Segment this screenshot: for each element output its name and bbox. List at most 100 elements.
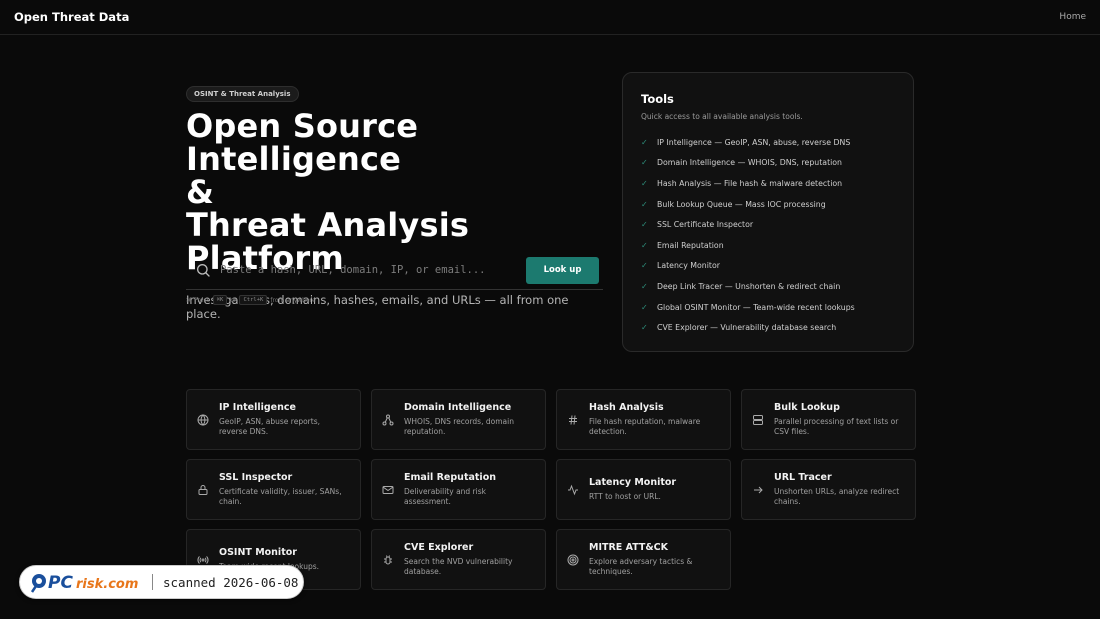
hint-or: or: [230, 296, 237, 304]
tools-item[interactable]: ✓ Latency Monitor: [641, 256, 895, 277]
tool-cards-grid: IP Intelligence GeoIP, ASN, abuse reports…: [186, 389, 916, 590]
bug-icon: [384, 554, 392, 564]
card-title: Email Reputation: [404, 471, 496, 483]
card-title: Domain Intelligence: [404, 401, 512, 413]
card-cve-explorer[interactable]: CVE Explorer Search the NVD vulnerability…: [371, 529, 546, 590]
svg-text:risk.com: risk.com: [76, 577, 138, 592]
nav-home-link[interactable]: Home: [1059, 12, 1086, 22]
tools-item[interactable]: ✓ IP Intelligence — GeoIP, ASN, abuse, re…: [641, 132, 895, 153]
pcrisk-logo: PC risk.com: [30, 571, 142, 593]
tools-title: Tools: [641, 92, 674, 106]
server-icon: [753, 414, 763, 425]
watermark-badge: PC risk.com scanned 2026-06-08: [19, 565, 304, 599]
card-title: SSL Inspector: [219, 471, 293, 483]
title-line-2: &: [186, 173, 215, 211]
tools-item-label: Deep Link Tracer — Unshorten & redirect …: [657, 281, 841, 291]
card-description: Deliverability and risk assessment.: [404, 486, 486, 507]
tools-panel: Tools Quick access to all available anal…: [622, 72, 914, 352]
check-icon: ✓: [641, 178, 648, 188]
look-up-button[interactable]: Look up: [526, 256, 599, 284]
check-icon: ✓: [641, 261, 648, 271]
card-description: Certificate validity, issuer, SANs, chai…: [219, 486, 342, 507]
card-title: CVE Explorer: [404, 541, 474, 553]
card-email-reputation[interactable]: Email Reputation Deliverability and risk …: [371, 459, 546, 520]
watermark-text: scanned 2026-06-08: [163, 574, 299, 590]
category-badge: OSINT & Threat Analysis: [186, 86, 299, 102]
card-description: Search the NVD vulnerability database.: [404, 556, 513, 577]
card-bulk-lookup[interactable]: Bulk Lookup Parallel processing of text l…: [741, 389, 916, 450]
tools-item-label: Domain Intelligence — WHOIS, DNS, reputa…: [657, 158, 843, 168]
pcrisk-logo-icon: PC risk.com: [30, 573, 138, 593]
card-ip-intelligence[interactable]: IP Intelligence GeoIP, ASN, abuse reports…: [186, 389, 361, 450]
tools-subtitle: Quick access to all available analysis t…: [641, 112, 803, 121]
card-description: Explore adversary tactics & techniques.: [589, 556, 693, 577]
tools-item[interactable]: ✓ Bulk Lookup Queue — Mass IOC processing: [641, 194, 895, 215]
card-title: MITRE ATT&CK: [589, 541, 668, 553]
network-icon: [382, 414, 394, 425]
card-ssl-inspector[interactable]: SSL Inspector Certificate validity, issue…: [186, 459, 361, 520]
card-description: Unshorten URLs, analyze redirect chains.: [774, 486, 900, 507]
card-domain-intelligence[interactable]: Domain Intelligence WHOIS, DNS records, d…: [371, 389, 546, 450]
tools-item-label: Bulk Lookup Queue — Mass IOC processing: [657, 199, 826, 209]
tools-item-label: IP Intelligence — GeoIP, ASN, abuse, rev…: [657, 137, 851, 147]
title-line-1: Open Source Intelligence: [186, 107, 419, 178]
check-icon: ✓: [641, 302, 648, 312]
top-nav-bar: Open Threat Data Home: [0, 0, 1100, 35]
tools-item[interactable]: ✓ Hash Analysis — File hash & malware det…: [641, 173, 895, 194]
card-title: IP Intelligence: [219, 401, 296, 413]
card-mitre-attack[interactable]: MITRE ATT&CK Explore adversary tactics & …: [556, 529, 731, 590]
tools-item-label: Email Reputation: [657, 240, 724, 250]
lock-icon: [198, 484, 208, 495]
tools-item[interactable]: ✓ Email Reputation: [641, 235, 895, 256]
radio-icon: [197, 555, 209, 564]
arrow-right-icon: [754, 486, 763, 493]
tools-item[interactable]: ✓ Domain Intelligence — WHOIS, DNS, reput…: [641, 153, 895, 174]
card-title: OSINT Monitor: [219, 546, 297, 558]
activity-icon: [568, 484, 578, 495]
watermark-divider: [152, 574, 153, 590]
card-hash-analysis[interactable]: Hash Analysis File hash reputation, malwa…: [556, 389, 731, 450]
globe-icon: [197, 413, 209, 426]
mail-icon: [382, 485, 394, 494]
hash-icon: [569, 414, 577, 425]
search-icon: [197, 264, 210, 277]
card-title: URL Tracer: [774, 471, 832, 483]
card-description: GeoIP, ASN, abuse reports, reverse DNS.: [219, 416, 321, 437]
tools-item-label: SSL Certificate Inspector: [657, 220, 754, 230]
tools-item[interactable]: ✓ SSL Certificate Inspector: [641, 214, 895, 235]
card-title: Bulk Lookup: [774, 401, 840, 413]
search-bar: Look up: [186, 251, 603, 290]
tools-item-label: Hash Analysis — File hash & malware dete…: [657, 178, 843, 188]
check-icon: ✓: [641, 323, 648, 333]
tools-item-label: Latency Monitor: [657, 261, 720, 271]
card-description: File hash reputation, malware detection.: [589, 416, 701, 437]
hint-suffix: from anywhere: [270, 296, 316, 304]
tools-item-label: CVE Explorer — Vulnerability database se…: [657, 323, 837, 333]
check-icon: ✓: [641, 220, 648, 230]
target-icon: [567, 554, 579, 565]
check-icon: ✓: [641, 199, 648, 209]
card-title: Hash Analysis: [589, 401, 664, 413]
shortcut-key-mac: ⌘K: [212, 295, 228, 305]
check-icon: ✓: [641, 240, 648, 250]
check-icon: ✓: [641, 281, 648, 291]
tools-list: ✓ IP Intelligence — GeoIP, ASN, abuse, re…: [641, 132, 895, 338]
svg-text:PC: PC: [48, 573, 73, 593]
tools-item-label: Global OSINT Monitor — Team-wide recent …: [657, 302, 855, 312]
card-description: WHOIS, DNS records, domain reputation.: [404, 416, 514, 437]
keyboard-shortcut-hint: ⌘ Press ⌘K or Ctrl+K from anywhere: [186, 295, 316, 305]
tools-item[interactable]: ✓ CVE Explorer — Vulnerability database s…: [641, 317, 895, 338]
card-latency-monitor[interactable]: Latency Monitor RTT to host or URL.: [556, 459, 731, 520]
card-url-tracer[interactable]: URL Tracer Unshorten URLs, analyze redire…: [741, 459, 916, 520]
check-icon: ✓: [641, 158, 648, 168]
card-description: Parallel processing of text lists or CSV…: [774, 416, 899, 437]
search-input[interactable]: [220, 258, 526, 282]
card-description: RTT to host or URL.: [589, 491, 661, 501]
check-icon: ✓: [641, 137, 648, 147]
hint-prefix: ⌘ Press: [186, 296, 210, 304]
brand-title[interactable]: Open Threat Data: [14, 10, 129, 24]
tools-item[interactable]: ✓ Deep Link Tracer — Unshorten & redirect…: [641, 276, 895, 297]
shortcut-key-ctrl: Ctrl+K: [239, 295, 268, 305]
card-title: Latency Monitor: [589, 476, 677, 488]
tools-item[interactable]: ✓ Global OSINT Monitor — Team-wide recent…: [641, 297, 895, 318]
